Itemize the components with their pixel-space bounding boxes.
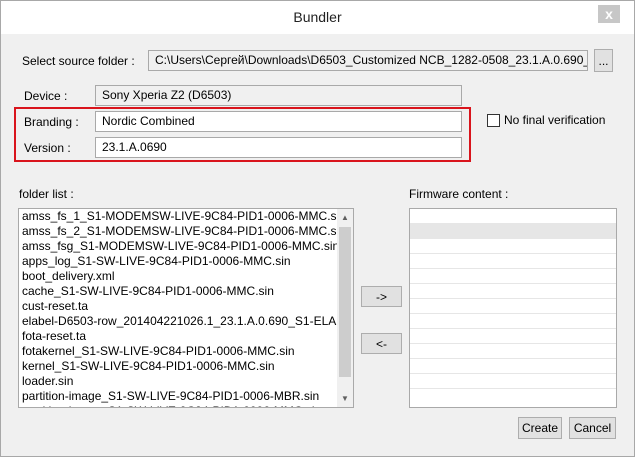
list-item[interactable]: cust-reset.ta <box>19 299 337 314</box>
close-button[interactable]: x <box>598 5 620 23</box>
create-button[interactable]: Create <box>518 417 562 439</box>
close-icon: x <box>605 6 613 22</box>
firmware-content-rows <box>410 209 616 389</box>
bundler-window: Bundler x Select source folder : C:\User… <box>0 0 635 457</box>
list-item[interactable]: partition-image_S1-SW-LIVE-9C84-PID1-000… <box>19 404 337 407</box>
firmware-row <box>410 374 616 389</box>
firmware-row <box>410 359 616 374</box>
add-to-firmware-button[interactable]: -> <box>361 286 402 307</box>
version-input[interactable]: 23.1.A.0690 <box>95 137 462 158</box>
version-label: Version : <box>24 141 71 155</box>
scroll-up-icon[interactable]: ▲ <box>337 209 353 226</box>
firmware-row <box>410 239 616 254</box>
list-item[interactable]: amss_fs_1_S1-MODEMSW-LIVE-9C84-PID1-0006… <box>19 209 346 224</box>
device-label: Device : <box>24 89 68 103</box>
folder-list-label: folder list : <box>19 187 74 201</box>
firmware-row <box>410 269 616 284</box>
cancel-button[interactable]: Cancel <box>569 417 616 439</box>
browse-button[interactable]: ... <box>594 49 613 72</box>
firmware-row <box>410 224 616 239</box>
firmware-row <box>410 329 616 344</box>
remove-from-firmware-button[interactable]: <- <box>361 333 402 354</box>
firmware-row <box>410 314 616 329</box>
list-item[interactable]: loader.sin <box>19 374 337 389</box>
firmware-row <box>410 254 616 269</box>
folder-list-scrollbar[interactable]: ▲ ▼ <box>337 209 353 407</box>
firmware-row <box>410 299 616 314</box>
list-item[interactable]: fota-reset.ta <box>19 329 337 344</box>
list-item[interactable]: boot_delivery.xml <box>19 269 337 284</box>
folder-list-items: amss_fs_1_S1-MODEMSW-LIVE-9C84-PID1-0006… <box>19 209 353 407</box>
scroll-thumb[interactable] <box>339 227 351 377</box>
no-final-verification-label[interactable]: No final verification <box>504 113 605 127</box>
list-item[interactable]: partition-image_S1-SW-LIVE-9C84-PID1-000… <box>19 389 337 404</box>
list-item[interactable]: fotakernel_S1-SW-LIVE-9C84-PID1-0006-MMC… <box>19 344 337 359</box>
no-final-verification-checkbox[interactable] <box>487 114 500 127</box>
scroll-down-icon[interactable]: ▼ <box>337 390 353 407</box>
firmware-row <box>410 284 616 299</box>
firmware-row <box>410 344 616 359</box>
device-field: Sony Xperia Z2 (D6503) <box>95 85 462 106</box>
title-bar: Bundler x <box>1 1 634 34</box>
list-item[interactable]: amss_fsg_S1-MODEMSW-LIVE-9C84-PID1-0006-… <box>19 239 339 254</box>
firmware-row <box>410 209 616 224</box>
list-item[interactable]: elabel-D6503-row_201404221026.1_23.1.A.0… <box>19 314 353 329</box>
firmware-content-list[interactable] <box>409 208 617 408</box>
folder-list[interactable]: amss_fs_1_S1-MODEMSW-LIVE-9C84-PID1-0006… <box>18 208 354 408</box>
window-title: Bundler <box>293 9 342 25</box>
list-item[interactable]: kernel_S1-SW-LIVE-9C84-PID1-0006-MMC.sin <box>19 359 337 374</box>
list-item[interactable]: amss_fs_2_S1-MODEMSW-LIVE-9C84-PID1-0006… <box>19 224 346 239</box>
branding-input[interactable]: Nordic Combined <box>95 111 462 132</box>
branding-label: Branding : <box>24 115 79 129</box>
list-item[interactable]: cache_S1-SW-LIVE-9C84-PID1-0006-MMC.sin <box>19 284 337 299</box>
source-folder-field[interactable]: C:\Users\Сергей\Downloads\D6503_Customiz… <box>148 50 588 71</box>
list-item[interactable]: apps_log_S1-SW-LIVE-9C84-PID1-0006-MMC.s… <box>19 254 337 269</box>
source-folder-label: Select source folder : <box>22 54 135 68</box>
firmware-content-label: Firmware content : <box>409 187 509 201</box>
